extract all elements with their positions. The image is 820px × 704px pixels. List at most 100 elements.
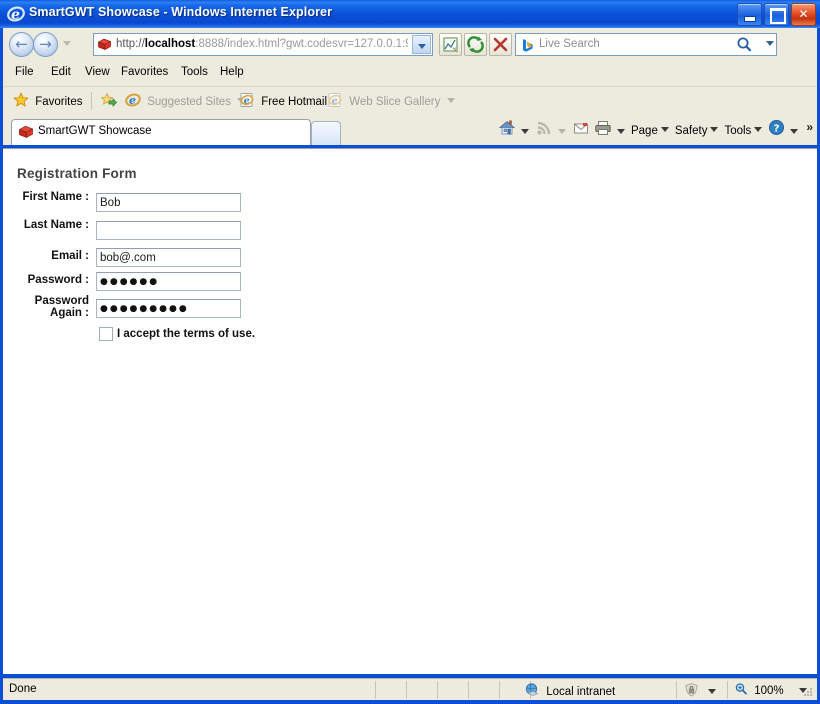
chevron-down-icon[interactable] bbox=[754, 127, 763, 133]
command-bar: Page Safety Tools ? » bbox=[496, 119, 813, 143]
favorites-center-button[interactable]: Favorites bbox=[13, 92, 83, 110]
page-favicon-icon bbox=[97, 37, 112, 52]
menu-bar: File Edit View Favorites Tools Help bbox=[3, 62, 817, 86]
chevron-down-icon[interactable] bbox=[710, 127, 719, 133]
zoom-level-label: 100% bbox=[754, 684, 784, 697]
chevron-down-icon[interactable] bbox=[708, 689, 717, 694]
suggested-sites-label: Suggested Sites bbox=[147, 95, 231, 108]
globe-icon bbox=[524, 682, 540, 701]
chevron-down-icon[interactable] bbox=[520, 129, 529, 134]
page-title: Registration Form bbox=[17, 166, 137, 181]
zoom-magnifier-icon bbox=[734, 682, 748, 699]
bing-icon bbox=[520, 38, 535, 53]
home-icon bbox=[498, 119, 516, 146]
new-tab-button[interactable] bbox=[311, 121, 341, 145]
svg-text:e: e bbox=[11, 7, 20, 23]
chevron-down-icon[interactable] bbox=[446, 98, 455, 103]
address-bar[interactable]: http://localhost:8888/index.html?gwt.cod… bbox=[93, 33, 433, 56]
home-button[interactable] bbox=[498, 119, 533, 143]
free-hotmail-label: Free Hotmail bbox=[261, 95, 328, 108]
first-name-input[interactable] bbox=[96, 193, 241, 212]
page-content: Registration Form First Name : Last Name… bbox=[3, 148, 817, 674]
refresh-button[interactable] bbox=[464, 33, 487, 56]
free-hotmail-link[interactable]: e Free Hotmail bbox=[239, 92, 327, 110]
status-text: Done bbox=[9, 683, 37, 695]
maximize-button[interactable] bbox=[764, 3, 789, 26]
favorites-separator bbox=[91, 92, 92, 110]
chevron-down-icon[interactable] bbox=[790, 128, 799, 134]
internet-explorer-small-icon: e bbox=[125, 92, 141, 111]
address-text[interactable]: http://localhost:8888/index.html?gwt.cod… bbox=[116, 38, 408, 54]
tab-smartgwt-showcase[interactable]: SmartGWT Showcase bbox=[11, 119, 311, 145]
accept-terms-checkbox[interactable] bbox=[99, 327, 113, 341]
recent-pages-dropdown-icon[interactable] bbox=[63, 41, 71, 46]
chevron-down-icon[interactable] bbox=[557, 129, 566, 134]
title-bar: e SmartGWT Showcase - Windows Internet E… bbox=[0, 0, 820, 28]
command-bar-overflow-button[interactable]: » bbox=[806, 119, 813, 143]
last-name-label: Last Name : bbox=[23, 219, 89, 231]
read-mail-button[interactable] bbox=[572, 119, 592, 143]
status-bar: Done Local intranet 100% bbox=[3, 678, 817, 700]
page-menu-button[interactable]: Page bbox=[631, 119, 673, 143]
svg-text:e: e bbox=[244, 96, 250, 107]
page-document-icon: e bbox=[327, 92, 343, 111]
suggested-sites-button[interactable]: e Suggested Sites bbox=[125, 92, 249, 110]
back-button[interactable]: ← bbox=[9, 32, 34, 57]
email-input[interactable] bbox=[96, 248, 241, 267]
tab-bar: SmartGWT Showcase Page Safety Tools ? » bbox=[3, 115, 817, 145]
resize-grip[interactable] bbox=[802, 686, 814, 698]
accept-terms-label: I accept the terms of use. bbox=[117, 328, 256, 340]
print-button[interactable] bbox=[594, 119, 629, 143]
menu-edit[interactable]: Edit bbox=[45, 65, 77, 83]
security-zone-indicator[interactable]: Local intranet bbox=[524, 682, 615, 701]
browser-window: e SmartGWT Showcase - Windows Internet E… bbox=[0, 0, 820, 704]
page-document-icon: e bbox=[239, 92, 255, 111]
stop-button[interactable] bbox=[489, 33, 512, 56]
add-to-favorites-bar-button[interactable] bbox=[101, 92, 117, 110]
help-menu-button[interactable]: ? bbox=[768, 119, 802, 143]
tab-label: SmartGWT Showcase bbox=[38, 125, 152, 137]
menu-help[interactable]: Help bbox=[214, 65, 250, 83]
minimize-button[interactable] bbox=[737, 3, 762, 26]
safety-menu-button[interactable]: Safety bbox=[675, 119, 723, 143]
safety-menu-label: Safety bbox=[674, 125, 708, 137]
password-label: Password : bbox=[27, 274, 89, 286]
web-slice-gallery-label: Web Slice Gallery bbox=[349, 95, 441, 108]
web-slice-gallery-button[interactable]: e Web Slice Gallery bbox=[327, 92, 459, 110]
address-host: localhost bbox=[144, 38, 196, 50]
forward-button[interactable]: → bbox=[33, 32, 58, 57]
tools-menu-button[interactable]: Tools bbox=[724, 119, 766, 143]
search-bar[interactable]: Live Search bbox=[515, 33, 777, 56]
menu-tools[interactable]: Tools bbox=[175, 65, 214, 83]
search-go-icon[interactable] bbox=[733, 35, 756, 54]
feeds-button[interactable] bbox=[535, 119, 570, 143]
internet-explorer-icon: e bbox=[7, 5, 25, 23]
form-row-last-name: Last Name : bbox=[3, 219, 303, 247]
password-again-input[interactable]: ●●●●●●●●● bbox=[96, 299, 241, 318]
chevron-down-icon[interactable] bbox=[616, 129, 625, 134]
address-dropdown-icon[interactable] bbox=[412, 35, 431, 54]
password-input[interactable]: ●●●●●● bbox=[96, 272, 241, 291]
search-placeholder: Live Search bbox=[539, 38, 600, 50]
help-question-icon: ? bbox=[768, 119, 785, 145]
menu-favorites[interactable]: Favorites bbox=[115, 65, 174, 83]
zoom-control[interactable]: 100% bbox=[734, 682, 807, 699]
password-again-masked-value: ●●●●●●●●● bbox=[100, 304, 189, 314]
protected-mode-indicator[interactable] bbox=[683, 682, 717, 701]
form-row-terms: I accept the terms of use. bbox=[3, 325, 303, 349]
form-row-first-name: First Name : bbox=[3, 191, 303, 219]
form-row-password-again: Password Again : ●●●●●●●●● bbox=[3, 295, 303, 325]
svg-text:e: e bbox=[332, 96, 338, 107]
menu-view[interactable]: View bbox=[79, 65, 116, 83]
favorites-bar: Favorites e Suggested Sites e Free Hotma… bbox=[3, 86, 817, 115]
last-name-input[interactable] bbox=[96, 221, 241, 240]
window-controls: ✕ bbox=[735, 3, 816, 26]
menu-file[interactable]: File bbox=[9, 65, 40, 83]
first-name-label: First Name : bbox=[22, 191, 89, 203]
close-button[interactable]: ✕ bbox=[791, 3, 816, 26]
chevron-down-icon[interactable] bbox=[660, 127, 669, 133]
compatibility-view-button[interactable] bbox=[439, 33, 462, 56]
tools-menu-label: Tools bbox=[724, 125, 752, 137]
search-dropdown-icon[interactable] bbox=[766, 41, 774, 46]
rss-feed-icon bbox=[535, 119, 553, 146]
